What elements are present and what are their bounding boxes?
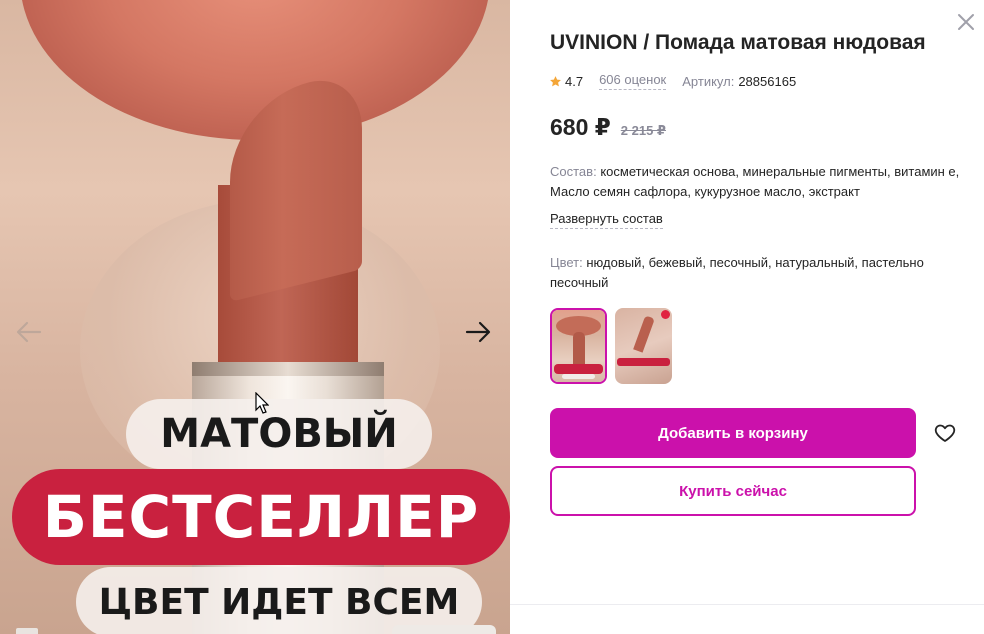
- buy-now-button[interactable]: Купить сейчас: [550, 466, 916, 516]
- arrow-left-icon[interactable]: [12, 315, 46, 349]
- mouse-cursor-icon: [255, 391, 270, 419]
- product-title: UVINION / Помада матовая нюдовая: [550, 31, 926, 54]
- composition-label: Состав:: [550, 164, 597, 179]
- banner-color-suits-all: ЦВЕТ ИДЕТ ВСЕМ: [76, 567, 482, 634]
- rating-value: 4.7: [565, 73, 584, 89]
- color-label: Цвет:: [550, 255, 583, 270]
- composition-text: Состав: косметическая основа, минеральны…: [550, 162, 960, 202]
- reviews-link[interactable]: 606 оценок: [599, 72, 667, 90]
- star-icon: [550, 75, 561, 86]
- banner-matte: МАТОВЫЙ: [126, 399, 432, 469]
- divider: [510, 604, 984, 605]
- product-quick-view: МАТОВЫЙ БЕСТСЕЛЛЕР ЦВЕТ ИДЕТ ВСЕМ UVINIO…: [0, 0, 984, 634]
- add-to-cart-button[interactable]: Добавить в корзину: [550, 408, 916, 458]
- composition-value: косметическая основа, минеральные пигмен…: [550, 164, 960, 199]
- color-text: Цвет: нюдовый, бежевый, песочный, натура…: [550, 253, 960, 293]
- old-price: 2 215 ₽: [620, 123, 666, 138]
- color-swatch-selected[interactable]: [550, 308, 607, 384]
- banner-bestseller: БЕСТСЕЛЛЕР: [12, 469, 510, 565]
- color-swatch[interactable]: [615, 308, 672, 384]
- price-block: 680 ₽ 2 215 ₽: [550, 114, 666, 141]
- expand-composition-link[interactable]: Развернуть состав: [550, 211, 663, 229]
- arrow-right-icon[interactable]: [461, 315, 495, 349]
- current-price: 680 ₽: [550, 114, 611, 140]
- heart-icon[interactable]: [933, 421, 957, 445]
- product-image-gallery[interactable]: МАТОВЫЙ БЕСТСЕЛЛЕР ЦВЕТ ИДЕТ ВСЕМ: [0, 0, 510, 634]
- sku-value: 28856165: [738, 73, 797, 89]
- color-value: нюдовый, бежевый, песочный, натуральный,…: [550, 255, 924, 290]
- sku-label: Артикул:: [682, 73, 735, 89]
- product-meta: 4.7 606 оценок Артикул: 28856165: [549, 72, 796, 90]
- close-icon[interactable]: [954, 10, 978, 34]
